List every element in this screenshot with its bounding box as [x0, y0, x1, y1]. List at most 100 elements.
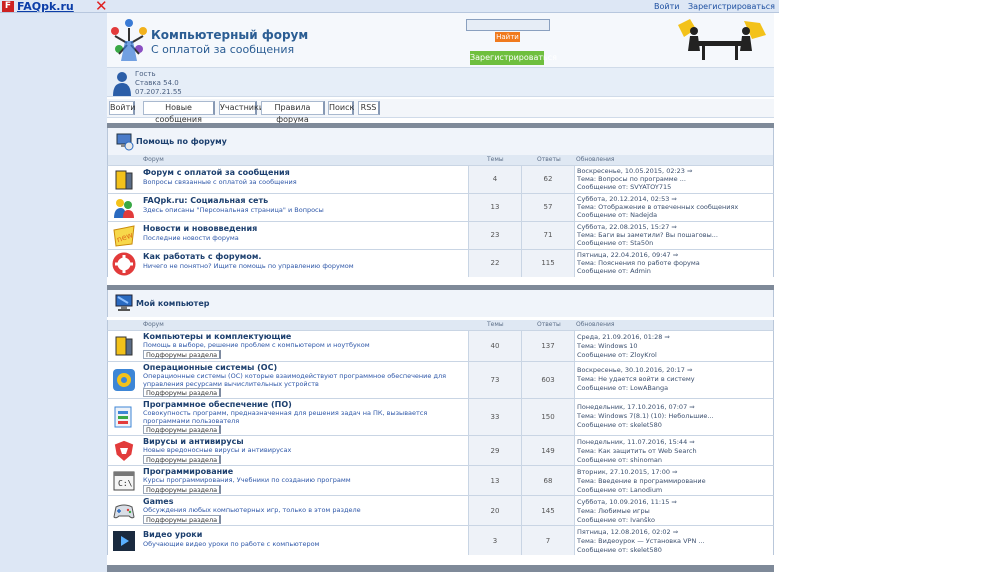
- last-post: Суббота, 10.09.2016, 11:15 ⇒ Тема: Любим…: [574, 496, 773, 525]
- last-post-author[interactable]: Сообщение от: Nadejda: [577, 211, 657, 219]
- forum-title[interactable]: Видео уроки: [143, 530, 202, 539]
- forum-title[interactable]: Компьютеры и комплектующие: [143, 332, 291, 341]
- last-post-author[interactable]: Сообщение от: shinoman: [577, 456, 662, 464]
- posts-count: 7: [545, 537, 551, 545]
- col-posts: Ответы: [537, 156, 561, 163]
- site-subtitle: С оплатой за сообщения: [151, 43, 295, 56]
- last-post-author[interactable]: Сообщение от: Admin: [577, 267, 651, 275]
- subforums-button[interactable]: Подфорумы раздела: [143, 425, 222, 434]
- search-input[interactable]: [466, 19, 550, 31]
- subforums-button[interactable]: Подфорумы раздела: [143, 515, 222, 524]
- last-post-topic[interactable]: Тема: Отображение в отвеченных сообщения…: [577, 203, 738, 211]
- meeting-illustration-icon: [668, 17, 772, 63]
- last-post: Вторник, 27.10.2015, 17:00 ⇒ Тема: Введе…: [574, 466, 773, 495]
- last-post-date[interactable]: Воскресенье, 10.05.2015, 02:23 ⇒: [577, 167, 692, 175]
- nav-tab-rules[interactable]: Правила форума: [261, 101, 325, 124]
- site-link[interactable]: FAQpk.ru: [17, 0, 74, 13]
- forum-desc: Помощь в выборе, решение проблем с компь…: [143, 341, 370, 349]
- register-button[interactable]: Зарегистрироваться: [470, 51, 557, 65]
- last-post-date[interactable]: Суббота, 20.12.2014, 02:53 ⇒: [577, 195, 677, 203]
- search-button[interactable]: Найти: [495, 32, 520, 42]
- programming-terminal-icon: C:\: [113, 471, 135, 491]
- last-post-date[interactable]: Вторник, 27.10.2015, 17:00 ⇒: [577, 468, 677, 476]
- last-post-date[interactable]: Воскресенье, 30.10.2016, 20:17 ⇒: [577, 366, 692, 374]
- close-icon[interactable]: ✕: [95, 0, 108, 14]
- register-link[interactable]: Зарегистрироваться: [688, 2, 775, 11]
- forum-title[interactable]: Программирование: [143, 467, 233, 476]
- col-topics: Темы: [487, 156, 504, 163]
- last-post-author[interactable]: Сообщение от: LowABanga: [577, 384, 668, 392]
- forum-row: Games Обсуждения любых компьютерных игр,…: [107, 495, 774, 525]
- last-post-date[interactable]: Среда, 21.09.2016, 01:28 ⇒: [577, 333, 670, 341]
- last-post-topic[interactable]: Тема: Не удается войти в систему: [577, 375, 695, 383]
- last-post-date[interactable]: Суббота, 22.08.2015, 15:27 ⇒: [577, 223, 677, 231]
- column-headers: Форум Темы Ответы Обновления: [107, 155, 774, 165]
- topics-count: 3: [492, 537, 498, 545]
- forum-title[interactable]: Games: [143, 497, 174, 506]
- side-panel: [6, 13, 107, 572]
- last-post-topic[interactable]: Тема: Windows 10: [577, 342, 637, 350]
- posts-count: 62: [543, 175, 553, 183]
- last-post-topic[interactable]: Тема: Как защитить от Web Search: [577, 447, 697, 455]
- last-post-date[interactable]: Понедельник, 11.07.2016, 15:44 ⇒: [577, 438, 695, 446]
- last-post-topic[interactable]: Тема: Windows 7(8.1) (10): Небольшие...: [577, 412, 714, 420]
- forum-row: Форум с оплатой за сообщения Вопросы свя…: [107, 165, 774, 193]
- column-headers: Форум Темы Ответы Обновления: [107, 320, 774, 330]
- category-title[interactable]: Помощь по форуму: [136, 137, 227, 146]
- forum-desc: Совокупность программ, предназначенная д…: [143, 409, 428, 425]
- svg-text:C:\: C:\: [118, 479, 133, 488]
- posts-count: 150: [541, 413, 555, 421]
- forum-title[interactable]: Операционные системы (ОС): [143, 363, 277, 372]
- last-post-topic[interactable]: Тема: Любимые игры: [577, 507, 650, 515]
- last-post-author[interactable]: Сообщение от: Lanodium: [577, 486, 662, 494]
- nav-tab-new-posts[interactable]: Новые сообщения: [143, 101, 215, 124]
- forum-folder-icon: [115, 170, 133, 190]
- last-post-topic[interactable]: Тема: Баги вы заметили? Вы пошаговы...: [577, 231, 718, 239]
- last-post-author[interactable]: Сообщение от: Ivanško: [577, 516, 655, 524]
- last-post-author[interactable]: Сообщение от: Sta50n: [577, 239, 653, 247]
- last-post-date[interactable]: Суббота, 10.09.2016, 11:15 ⇒: [577, 498, 677, 506]
- forum-row: Как работать с форумом. Ничего не понятн…: [107, 249, 774, 277]
- forum-desc: Операционные системы (ОС) которые взаимо…: [143, 372, 447, 388]
- topics-count: 13: [490, 203, 500, 211]
- nav-tab-rss[interactable]: RSS: [358, 101, 380, 115]
- forum-title[interactable]: Новости и нововведения: [143, 224, 257, 233]
- forum-title[interactable]: Как работать с форумом.: [143, 252, 261, 261]
- last-post-date[interactable]: Понедельник, 17.10.2016, 07:07 ⇒: [577, 403, 695, 411]
- forum-row: new Новости и нововведения Последние нов…: [107, 221, 774, 249]
- forum-title[interactable]: Программное обеспечение (ПО): [143, 400, 292, 409]
- computer-icon: [115, 294, 133, 311]
- forum-desc: Обсуждения любых компьютерных игр, тольк…: [143, 506, 361, 514]
- forum-title[interactable]: FAQpk.ru: Социальная сеть: [143, 196, 268, 205]
- last-post: Понедельник, 11.07.2016, 15:44 ⇒ Тема: К…: [574, 436, 773, 465]
- nav-tab-members[interactable]: Участники: [219, 101, 264, 115]
- last-post-topic[interactable]: Тема: Пояснения по работе форума: [577, 259, 700, 267]
- last-post-author[interactable]: Сообщение от: skelet580: [577, 546, 662, 554]
- last-post-topic[interactable]: Тема: Вопросы по программе ...: [577, 175, 686, 183]
- topics-count: 4: [492, 175, 498, 183]
- subforums-button[interactable]: Подфорумы раздела: [143, 455, 222, 464]
- logo-people-icon[interactable]: [107, 17, 151, 63]
- forum-title[interactable]: Форум с оплатой за сообщения: [143, 168, 290, 177]
- subforums-button[interactable]: Подфорумы раздела: [143, 350, 222, 359]
- os-disc-icon: [113, 369, 135, 391]
- last-post-date[interactable]: Пятница, 22.04.2016, 09:47 ⇒: [577, 251, 678, 259]
- topics-count: 29: [490, 447, 500, 455]
- login-link[interactable]: Войти: [654, 2, 679, 11]
- last-post-topic[interactable]: Тема: Видеоурок — Установка VPN ...: [577, 537, 705, 545]
- subforums-button[interactable]: Подфорумы раздела: [143, 485, 222, 494]
- forum-desc: Последние новости форума: [143, 234, 239, 242]
- forum-row: Операционные системы (ОС) Операционные с…: [107, 361, 774, 398]
- nav-tab-search[interactable]: Поиск: [328, 101, 354, 115]
- last-post-topic[interactable]: Тема: Введение в программирование: [577, 477, 706, 485]
- posts-count: 145: [541, 507, 555, 515]
- nav-tab-login[interactable]: Войти: [109, 101, 135, 115]
- last-post-author[interactable]: Сообщение от: skelet580: [577, 421, 662, 429]
- top-links: Войти Зарегистрироваться: [648, 1, 775, 12]
- category-title[interactable]: Мой компьютер: [136, 299, 209, 308]
- subforums-button[interactable]: Подфорумы раздела: [143, 388, 222, 397]
- last-post-author[interactable]: Сообщение от: SVYATOY715: [577, 183, 671, 191]
- last-post-date[interactable]: Пятница, 12.08.2016, 02:02 ⇒: [577, 528, 678, 536]
- last-post-author[interactable]: Сообщение от: ZloyKrol: [577, 351, 657, 359]
- forum-title[interactable]: Вирусы и антивирусы: [143, 437, 244, 446]
